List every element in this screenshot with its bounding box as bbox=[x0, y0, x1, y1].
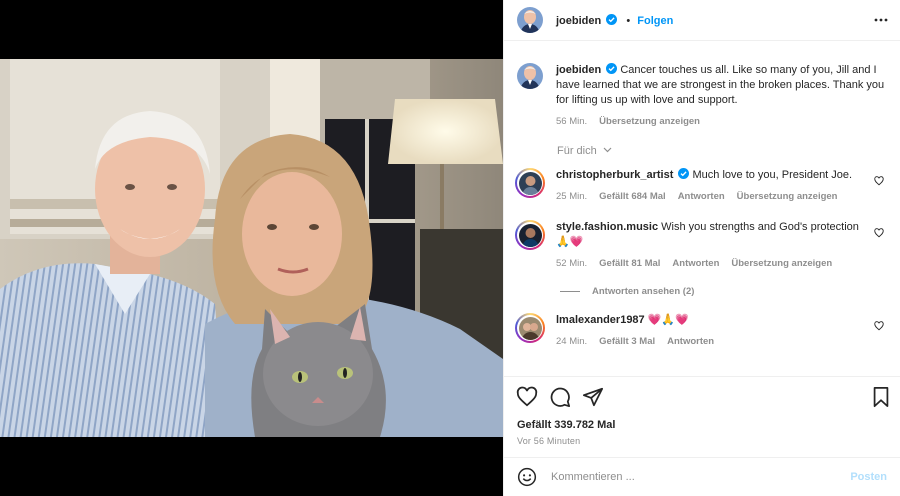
reply-button[interactable]: Antworten bbox=[672, 256, 719, 271]
comment-time[interactable]: 25 Min. bbox=[556, 189, 587, 204]
bookmark-icon[interactable] bbox=[870, 386, 892, 408]
verified-badge-icon bbox=[678, 168, 690, 179]
comment-item: lmalexander1987 💗🙏💗 24 Min. Gefällt 3 Ma… bbox=[515, 313, 890, 349]
commenter-avatar[interactable] bbox=[515, 313, 545, 343]
view-replies-label: Antworten ansehen (2) bbox=[592, 286, 695, 297]
for-you-section-label: Für dich bbox=[557, 145, 612, 157]
caption-meta: 56 Min. Übersetzung anzeigen bbox=[556, 114, 890, 129]
post-actions: Gefällt 339.782 Mal Vor 56 Minuten bbox=[504, 376, 900, 456]
comment-meta: 52 Min. Gefällt 81 Mal Antworten Überset… bbox=[556, 256, 890, 271]
replies-divider bbox=[560, 291, 580, 292]
comment-composer: Posten bbox=[504, 457, 900, 496]
post-header: joebiden • Folgen bbox=[504, 0, 900, 41]
author-block: joebiden • Folgen bbox=[556, 13, 673, 27]
caption-text: Cancer touches us all. Like so many of y… bbox=[556, 64, 885, 106]
post-comment-button[interactable]: Posten bbox=[850, 471, 887, 483]
comment-text: Wish you strengths and God's protection bbox=[661, 221, 859, 233]
comment-meta: 25 Min. Gefällt 684 Mal Antworten Überse… bbox=[556, 189, 890, 204]
reply-button[interactable]: Antworten bbox=[667, 334, 714, 349]
comment-body: lmalexander1987 💗🙏💗 24 Min. Gefällt 3 Ma… bbox=[556, 313, 890, 349]
comment-emoji: 💗🙏💗 bbox=[647, 314, 689, 326]
comment-username[interactable]: style.fashion.music bbox=[556, 221, 658, 233]
comment-likes[interactable]: Gefällt 3 Mal bbox=[599, 334, 655, 349]
comment-text: Much love to you, President Joe. bbox=[692, 169, 853, 181]
post-panel: joebiden • Folgen joebiden Cancer touche… bbox=[503, 0, 900, 496]
send-icon[interactable] bbox=[582, 386, 604, 408]
separator-dot: • bbox=[626, 14, 631, 27]
for-you-text: Für dich bbox=[557, 145, 597, 157]
comment-body: style.fashion.music Wish you strengths a… bbox=[556, 220, 890, 271]
follow-button[interactable]: Folgen bbox=[637, 15, 673, 27]
verified-badge-icon bbox=[606, 13, 618, 25]
caption-avatar[interactable] bbox=[517, 63, 543, 89]
caption-username[interactable]: joebiden bbox=[556, 64, 601, 76]
comment-body: christopherburk_artist Much love to you,… bbox=[556, 168, 890, 204]
post-photo[interactable] bbox=[0, 59, 503, 437]
comment-likes[interactable]: Gefällt 684 Mal bbox=[599, 189, 666, 204]
caption: joebiden Cancer touches us all. Like so … bbox=[517, 63, 890, 129]
more-options-icon[interactable] bbox=[874, 13, 888, 27]
post-media bbox=[0, 0, 503, 496]
caption-translate-link[interactable]: Übersetzung anzeigen bbox=[599, 114, 700, 129]
comment-icon[interactable] bbox=[549, 386, 571, 408]
comment-time[interactable]: 24 Min. bbox=[556, 334, 587, 349]
comment-item: christopherburk_artist Much love to you,… bbox=[515, 168, 890, 204]
comment-like-heart-icon[interactable] bbox=[874, 321, 884, 331]
comment-emoji: 🙏💗 bbox=[556, 236, 584, 248]
comment-meta: 24 Min. Gefällt 3 Mal Antworten bbox=[556, 334, 890, 349]
translate-link[interactable]: Übersetzung anzeigen bbox=[731, 256, 832, 271]
comment-item: style.fashion.music Wish you strengths a… bbox=[515, 220, 890, 271]
comment-like-heart-icon[interactable] bbox=[874, 228, 884, 238]
author-username[interactable]: joebiden bbox=[556, 15, 601, 27]
author-avatar[interactable] bbox=[517, 7, 543, 33]
chevron-down-icon bbox=[603, 147, 612, 153]
heart-icon[interactable] bbox=[516, 386, 538, 408]
comment-username[interactable]: christopherburk_artist bbox=[556, 169, 673, 181]
comments-list[interactable]: joebiden Cancer touches us all. Like so … bbox=[504, 42, 900, 375]
reply-button[interactable]: Antworten bbox=[678, 189, 725, 204]
comment-input[interactable] bbox=[551, 471, 851, 483]
post-timestamp[interactable]: Vor 56 Minuten bbox=[517, 436, 580, 446]
comment-like-heart-icon[interactable] bbox=[874, 176, 884, 186]
smiley-icon[interactable] bbox=[517, 467, 537, 487]
caption-body: joebiden Cancer touches us all. Like so … bbox=[556, 63, 890, 129]
comment-time[interactable]: 52 Min. bbox=[556, 256, 587, 271]
verified-badge-icon bbox=[606, 63, 618, 74]
comment-username[interactable]: lmalexander1987 bbox=[556, 314, 645, 326]
commenter-avatar[interactable] bbox=[515, 220, 545, 250]
translate-link[interactable]: Übersetzung anzeigen bbox=[737, 189, 838, 204]
caption-time[interactable]: 56 Min. bbox=[556, 114, 587, 129]
like-count[interactable]: Gefällt 339.782 Mal bbox=[517, 419, 615, 431]
view-replies-button[interactable]: Antworten ansehen (2) bbox=[560, 286, 694, 297]
commenter-avatar[interactable] bbox=[515, 168, 545, 198]
comment-likes[interactable]: Gefällt 81 Mal bbox=[599, 256, 660, 271]
